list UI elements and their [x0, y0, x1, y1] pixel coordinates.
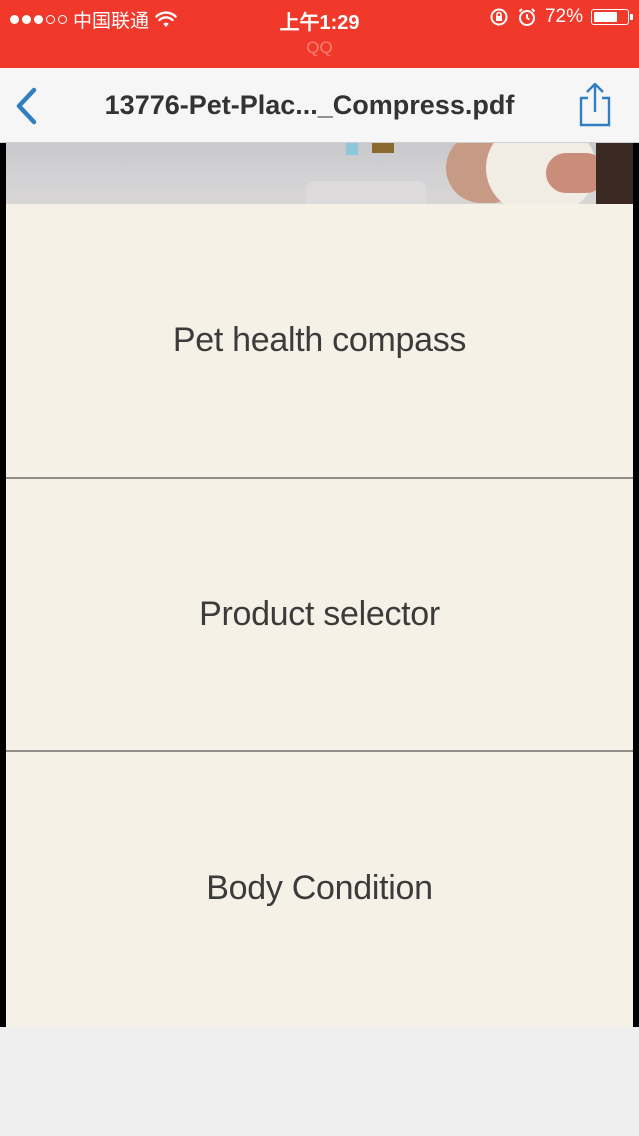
menu-item-label: Product selector: [199, 595, 440, 633]
photo-detail: [346, 143, 358, 155]
menu-item-label: Body Condition: [206, 869, 433, 907]
battery-fill: [594, 12, 618, 22]
alarm-icon: [518, 8, 536, 26]
pdf-page: Pet health compass Product selector Body…: [6, 143, 633, 1027]
photo-detail: [372, 143, 394, 153]
menu-item-label: Pet health compass: [172, 321, 467, 359]
status-right: 72%: [489, 6, 633, 28]
pdf-viewer[interactable]: Pet health compass Product selector Body…: [0, 143, 639, 1027]
product-selector-link[interactable]: Product selector: [6, 478, 633, 751]
navigation-bar: 13776-Pet-Plac..._Compress.pdf: [0, 68, 639, 143]
share-button[interactable]: [575, 82, 615, 128]
back-button[interactable]: [10, 86, 44, 126]
pet-health-compass-link[interactable]: Pet health compass: [6, 204, 633, 477]
rotation-lock-icon: [490, 8, 508, 26]
photo-detail: [306, 181, 426, 204]
viewer-background: [0, 1027, 639, 1136]
chevron-left-icon: [16, 87, 37, 125]
app-hint: QQ: [306, 38, 333, 57]
status-bar: 中国联通 上午1:29 QQ 72%: [0, 0, 639, 68]
photo-detail: [596, 143, 633, 204]
page-header-photo: [6, 143, 633, 204]
body-condition-link[interactable]: Body Condition: [6, 752, 633, 1025]
share-icon: [579, 82, 611, 127]
battery-percent: 72%: [544, 6, 583, 27]
battery-icon: [591, 9, 633, 25]
document-title: 13776-Pet-Plac..._Compress.pdf: [104, 90, 515, 120]
